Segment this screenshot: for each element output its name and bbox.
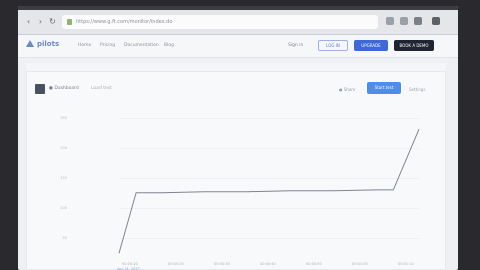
nav-documentation[interactable]: Documentation <box>124 43 159 48</box>
nav-blog[interactable]: Blog <box>164 43 174 48</box>
login-button[interactable]: LOG IN <box>318 40 348 51</box>
reload-icon[interactable]: ↻ <box>48 17 57 26</box>
chart-card: ● Dashboard Load test ● Share Start test… <box>26 71 446 270</box>
x-tick-label: 00:00:50 <box>306 262 322 266</box>
logo-icon <box>26 40 34 47</box>
profile-icon[interactable] <box>432 17 440 25</box>
browser-window: ‹ › ↻ https://www.g.ft.com/monitor/index… <box>18 6 458 270</box>
menu-icon[interactable] <box>414 17 422 25</box>
series-line <box>118 129 420 254</box>
x-tick-label: 00:00:10 <box>122 262 138 266</box>
bookmark-icon[interactable] <box>386 17 394 25</box>
upgrade-button[interactable]: UPGRADE <box>354 40 388 51</box>
nav-home[interactable]: Home <box>78 43 91 48</box>
lock-icon <box>67 19 72 25</box>
url-field[interactable]: https://www.g.ft.com/monitor/index.do <box>62 15 378 29</box>
x-tick-label: 00:01:10 <box>398 262 414 266</box>
demo-button[interactable]: BOOK A DEMO <box>394 40 434 51</box>
x-tick-label: 00:00:20 <box>168 262 184 266</box>
brand-logo[interactable]: pilots <box>26 40 59 48</box>
url-text: https://www.g.ft.com/monitor/index.do <box>76 19 173 25</box>
x-tick-label: 00:01:00 <box>352 262 368 266</box>
address-bar: ‹ › ↻ https://www.g.ft.com/monitor/index… <box>18 10 458 35</box>
back-icon[interactable]: ‹ <box>24 17 33 26</box>
forward-icon[interactable]: › <box>36 17 45 26</box>
x-tick-label: 00:00:40 <box>260 262 276 266</box>
app-header: pilots Home Pricing Documentation Blog S… <box>18 35 458 58</box>
main-content: ● Dashboard Load test ● Share Start test… <box>26 63 446 270</box>
extension-icon[interactable] <box>400 17 408 25</box>
signin-link[interactable]: Sign in <box>288 43 303 48</box>
x-tick-label: 00:00:30 <box>214 262 230 266</box>
brand-name: pilots <box>37 40 60 48</box>
chart-plot <box>118 129 420 254</box>
nav-pricing[interactable]: Pricing <box>100 43 115 48</box>
